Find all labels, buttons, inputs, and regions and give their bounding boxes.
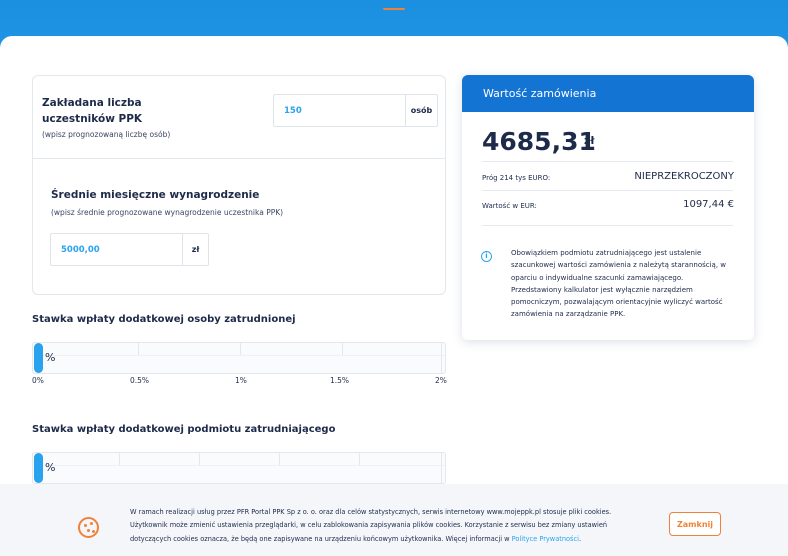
employer-rate-handle[interactable] [34, 453, 43, 483]
slider-tick [240, 343, 241, 355]
slider-guide-line [33, 355, 445, 356]
employee-rate-handle[interactable] [34, 343, 43, 373]
close-cookies-button[interactable]: Zamknij [669, 512, 721, 536]
info-line: Przedstawiony kalkulator jest wyłącznie … [511, 285, 693, 294]
cookie-text-part: dotyczących cookies oznacza, że będą one… [130, 534, 512, 543]
info-line: pomocniczym, pozwalającym orientacyjnie … [511, 298, 723, 307]
participants-unit: osób [405, 95, 437, 126]
employer-rate-pct: % [45, 461, 56, 474]
info-circle-icon: i [481, 251, 492, 262]
slider-tick [138, 343, 139, 355]
info-line: oparciu o indywidualne szacunki zamawiaj… [511, 273, 684, 282]
top-accent-line [383, 8, 405, 10]
participants-field: osób [273, 94, 438, 127]
employee-rate-slider[interactable]: % [32, 342, 446, 374]
participants-label: Zakładana liczba uczestników PPK [42, 95, 142, 127]
slider-tick [342, 343, 343, 355]
cookie-text: W ramach realizacji usług przez PFR Port… [130, 506, 635, 546]
cookie-text-line: Użytkownik może zmienić ustawienia przeg… [130, 521, 608, 530]
slider-tick [199, 453, 200, 465]
participants-label-line2: uczestników PPK [42, 113, 143, 125]
eur-value: 1097,44 € [683, 199, 734, 210]
slider-tick [119, 453, 120, 465]
slider-end-line [441, 453, 442, 483]
salary-unit: zł [182, 234, 208, 265]
tick-label: 2% [435, 376, 447, 385]
employer-rate-slider[interactable]: % [32, 452, 446, 484]
summary-divider [482, 161, 733, 162]
threshold-label: Próg 214 tys EURO: [482, 174, 551, 182]
inputs-divider [33, 158, 445, 159]
eur-label: Wartość w EUR: [482, 202, 537, 210]
salary-field: zł [50, 233, 209, 266]
info-text: Obowiązkiem podmiotu zatrudniającego jes… [511, 247, 739, 321]
order-value-header: Wartość zamówienia [462, 75, 754, 112]
privacy-policy-link[interactable]: Polityce Prywatności [512, 535, 579, 543]
tick-label: 1% [235, 376, 247, 385]
cookie-icon [78, 517, 99, 538]
summary-divider [482, 225, 733, 226]
employee-rate-title: Stawka wpłaty dodatkowej osoby zatrudnio… [32, 314, 296, 325]
participants-hint: (wpisz prognozowaną liczbę osób) [42, 130, 171, 139]
participants-input[interactable] [274, 95, 405, 126]
summary-divider [482, 190, 733, 191]
cookie-text-part: . [578, 534, 582, 543]
slider-guide-line [33, 465, 445, 466]
slider-tick [359, 453, 360, 465]
cookie-text-line: dotyczących cookies oznacza, że będą one… [130, 533, 635, 546]
info-line: szacunkowej wartości zamówienia z należy… [511, 261, 727, 270]
salary-hint: (wpisz średnie prognozowane wynagrodzeni… [51, 208, 284, 217]
inputs-card: Zakładana liczba uczestników PPK (wpisz … [32, 75, 446, 295]
cookie-text-line: W ramach realizacji usług przez PFR Port… [130, 508, 612, 516]
info-line: zamówienia na zarządzanie PPK. [511, 310, 626, 319]
order-value-amount: 4685,31 [482, 127, 596, 156]
employee-rate-pct: % [45, 351, 56, 364]
tick-label: 1.5% [330, 376, 350, 385]
tick-label: 0% [32, 376, 44, 385]
info-line: Obowiązkiem podmiotu zatrudniającego jes… [511, 249, 702, 257]
order-value-card: Wartość zamówienia 4685,31 zł Próg 214 t… [462, 75, 754, 340]
order-value-currency: zł [584, 134, 595, 147]
slider-tick [279, 453, 280, 465]
salary-label: Średnie miesięczne wynagrodzenie [51, 189, 260, 201]
threshold-value: NIEPRZEKROCZONY [634, 171, 734, 182]
slider-end-line [441, 343, 442, 373]
salary-input[interactable] [51, 234, 182, 265]
participants-label-line1: Zakładana liczba [42, 97, 142, 109]
employer-rate-title: Stawka wpłaty dodatkowej podmiotu zatrud… [32, 424, 336, 435]
tick-label: 0.5% [130, 376, 150, 385]
